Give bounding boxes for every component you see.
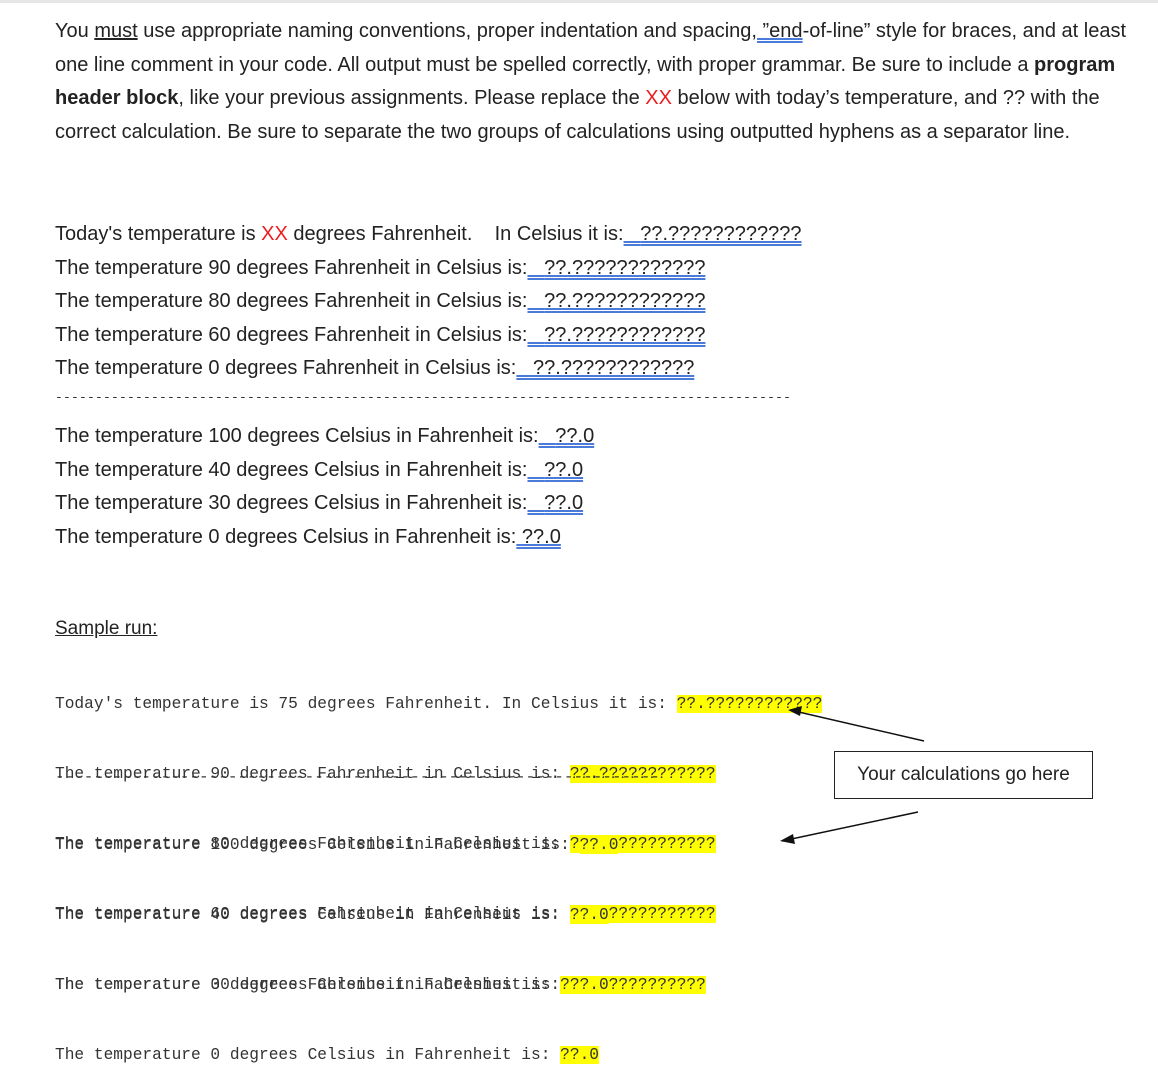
sample-line-value: ??.0 bbox=[569, 906, 609, 925]
sample-line: The temperature 30 degrees Celsius in Fa… bbox=[55, 974, 618, 997]
sample-line-value: ??.0 bbox=[560, 1046, 599, 1065]
sample-line-value: ??.0 bbox=[569, 976, 609, 995]
arrow-upper-head bbox=[788, 706, 802, 716]
sample-line: The temperature 0 degrees Celsius in Fah… bbox=[55, 1044, 618, 1067]
sample-line: The temperature 40 degrees Celsius in Fa… bbox=[55, 904, 618, 927]
callout-arrows bbox=[780, 706, 925, 844]
arrow-lower-head bbox=[780, 834, 795, 844]
arrow-upper bbox=[789, 709, 925, 742]
sample-line-text: The temperature 30 degrees Celsius in Fa… bbox=[55, 976, 570, 995]
arrow-lower bbox=[781, 811, 919, 842]
sample-line-text: The temperature 0 degrees Celsius in Fah… bbox=[55, 1046, 561, 1065]
sample-line-text: The temperature 40 degrees Celsius in Fa… bbox=[55, 906, 570, 925]
